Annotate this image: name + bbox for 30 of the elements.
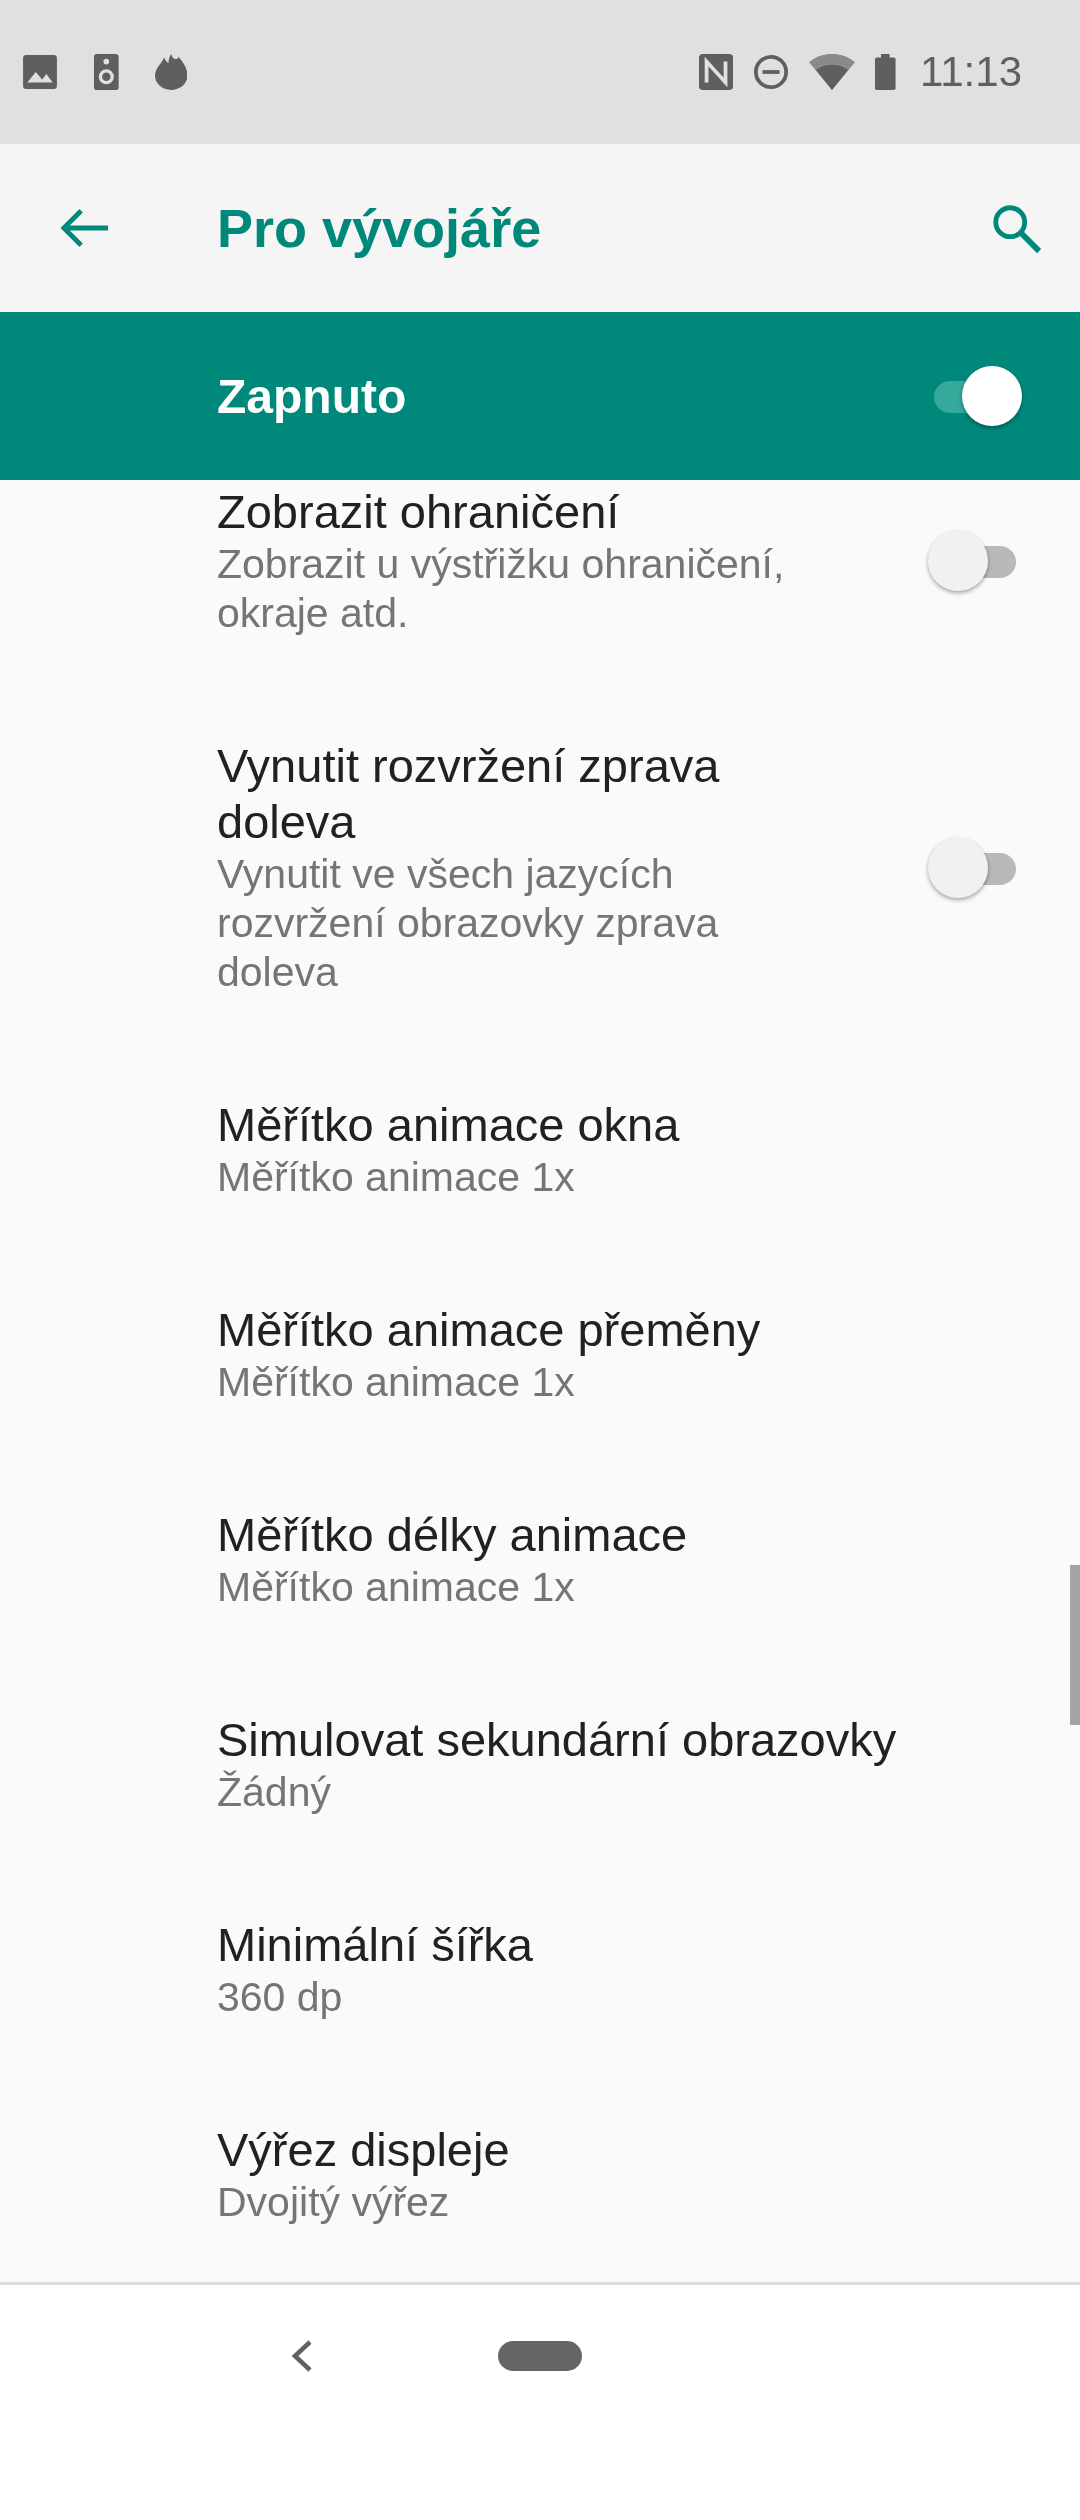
- clock-time: 11:13: [920, 48, 1022, 96]
- setting-title[interactable]: Měřítko animace okna: [217, 1097, 1022, 1153]
- master-switch-label: Zapnuto: [217, 368, 408, 424]
- setting-title[interactable]: Simulovat sekundární obrazovky: [217, 1712, 1022, 1768]
- setting-title[interactable]: Výřez displeje: [217, 2122, 1022, 2178]
- setting-summary: Měřítko animace 1x: [217, 1563, 576, 1612]
- search-icon[interactable]: [990, 202, 1042, 254]
- setting-title[interactable]: Měřítko délky animace: [217, 1507, 1022, 1563]
- setting-title[interactable]: Minimální šířka: [217, 1917, 1022, 1973]
- setting-summary: 360 dp: [217, 1973, 344, 2022]
- setting-summary: Zobrazit u výstřižku ohraničení, okraje atd.: [217, 540, 786, 638]
- wifi-icon: [809, 54, 856, 90]
- setting-summary: Dvojitý výřez: [217, 2178, 451, 2227]
- back-icon[interactable]: [290, 2339, 314, 2373]
- setting-summary: Měřítko animace 1x: [217, 1358, 576, 1407]
- setting-summary: Měřítko animace 1x: [217, 1153, 576, 1202]
- setting-summary: Žádný: [217, 1768, 332, 1817]
- battery-icon: [875, 54, 896, 90]
- page-title: Pro vývojáře: [217, 197, 543, 259]
- nfc-icon: [699, 54, 734, 90]
- speaker-icon: [94, 54, 119, 90]
- back-arrow-icon[interactable]: [60, 207, 110, 249]
- do-not-disturb-icon: [753, 54, 790, 90]
- setting-title[interactable]: Měřítko animace přeměny: [217, 1302, 1022, 1358]
- setting-title[interactable]: Zobrazit ohraničení: [217, 484, 777, 540]
- image-icon: [22, 54, 58, 90]
- setting-summary: Vynutit ve všech jazycích rozvržení obrazovky zprava doleva: [217, 850, 720, 997]
- flame-icon: [154, 54, 187, 90]
- setting-title[interactable]: Vynutit rozvržení zprava doleva: [217, 738, 777, 850]
- home-pill[interactable]: [498, 2341, 582, 2371]
